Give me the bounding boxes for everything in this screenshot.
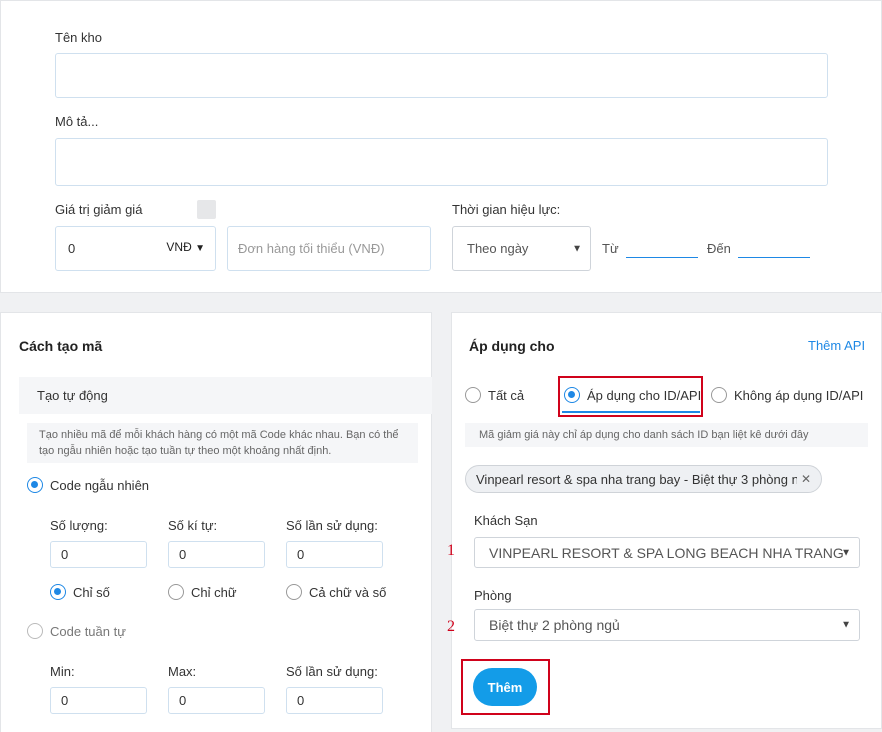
auto-tab[interactable]: Tạo tự động: [19, 377, 432, 414]
uses-label: Số lần sử dụng:: [286, 518, 378, 533]
discount-type-checkbox[interactable]: [197, 200, 216, 219]
name-input[interactable]: [55, 53, 828, 98]
hotel-label: Khách Sạn: [474, 513, 538, 528]
radio-empty-icon: [168, 584, 184, 600]
radio-selected-icon: [50, 584, 66, 600]
apply-all-label: Tất cả: [488, 387, 525, 403]
chars-input[interactable]: 0: [168, 541, 265, 568]
validity-label: Thời gian hiệu lực:: [452, 202, 561, 217]
radio-selected-icon: [27, 477, 43, 493]
to-label: Đến: [707, 241, 731, 256]
sequential-code-label: Code tuần tự: [50, 623, 126, 639]
room-label: Phòng: [474, 588, 512, 603]
hotel-select[interactable]: VINPEARL RESORT & SPA LONG BEACH NHA TRA…: [474, 537, 860, 568]
highlight-box-apply-ids: [558, 376, 703, 417]
discount-value-text: 0: [68, 241, 76, 256]
min-label: Min:: [50, 664, 75, 679]
room-select[interactable]: Biệt thự 2 phòng ngủ ▼: [474, 609, 860, 641]
hotel-select-text: VINPEARL RESORT & SPA LONG BEACH NHA TRA…: [489, 544, 844, 561]
digits-only-label: Chỉ số: [73, 584, 110, 600]
sequential-code-radio[interactable]: Code tuần tự: [27, 623, 126, 639]
discount-form-panel: Tên kho Mô tả... Giá trị giảm giá 0 VNĐ …: [0, 0, 882, 293]
close-icon[interactable]: ✕: [801, 472, 811, 486]
caret-down-icon: ▼: [572, 243, 582, 254]
from-label: Từ: [602, 241, 619, 256]
annotation-2: 2: [447, 618, 455, 635]
radio-empty-icon: [465, 387, 481, 403]
letters-only-label: Chỉ chữ: [191, 584, 237, 600]
caret-down-icon: ▼: [195, 243, 205, 254]
apply-hint-text: Mã giảm giá này chỉ áp dụng cho danh sác…: [465, 423, 868, 447]
radio-empty-icon: [286, 584, 302, 600]
add-button[interactable]: Thêm: [473, 668, 537, 706]
auto-tab-label: Tạo tự động: [37, 388, 108, 403]
auto-hint-text: Tạo nhiều mã để mỗi khách hàng có một mã…: [27, 423, 418, 463]
annotation-1: 1: [447, 542, 455, 559]
discount-value-input[interactable]: 0 VNĐ ▼: [55, 226, 216, 271]
letters-digits-label: Cả chữ và số: [309, 584, 387, 600]
uses-input[interactable]: 0: [286, 541, 383, 568]
discount-value-label: Giá trị giảm giá: [55, 202, 143, 217]
random-code-radio[interactable]: Code ngẫu nhiên: [27, 477, 149, 493]
radio-empty-icon: [27, 623, 43, 639]
add-api-link[interactable]: Thêm API: [808, 338, 865, 353]
currency-select[interactable]: VNĐ ▼: [166, 240, 205, 254]
letters-digits-radio[interactable]: Cả chữ và số: [286, 584, 386, 600]
code-method-panel: Cách tạo mã Tạo tự động Tạo nhiều mã để …: [0, 312, 432, 732]
currency-text: VNĐ: [166, 240, 192, 254]
description-label: Mô tả...: [55, 114, 99, 129]
max-input[interactable]: 0: [168, 687, 265, 714]
quantity-input[interactable]: 0: [50, 541, 147, 568]
description-input[interactable]: [55, 138, 828, 186]
room-select-text: Biệt thự 2 phòng ngủ: [489, 617, 620, 633]
seq-uses-label: Số lần sử dụng:: [286, 664, 378, 679]
validity-mode-select[interactable]: Theo ngày ▼: [452, 226, 591, 271]
chars-label: Số kí tự:: [168, 518, 218, 533]
from-date-input[interactable]: [626, 241, 698, 258]
quantity-label: Số lượng:: [50, 518, 108, 533]
min-input[interactable]: 0: [50, 687, 147, 714]
exclude-ids-label: Không áp dụng ID/API: [734, 387, 864, 403]
min-order-input[interactable]: Đơn hàng tối thiểu (VNĐ): [227, 226, 431, 271]
caret-down-icon: ▼: [841, 547, 851, 558]
apply-for-title: Áp dụng cho: [469, 338, 555, 354]
letters-only-radio[interactable]: Chỉ chữ: [168, 584, 237, 600]
selected-id-tag-text: Vinpearl resort & spa nha trang bay - Bi…: [476, 471, 797, 487]
apply-for-panel: Áp dụng cho Thêm API Tất cả Áp dụng cho …: [447, 312, 882, 729]
max-label: Max:: [168, 664, 197, 679]
code-method-title: Cách tạo mã: [19, 338, 103, 354]
caret-down-icon: ▼: [841, 619, 851, 631]
exclude-ids-radio[interactable]: Không áp dụng ID/API: [711, 387, 863, 403]
name-label: Tên kho: [55, 30, 102, 45]
apply-all-radio[interactable]: Tất cả: [465, 387, 524, 403]
random-code-label: Code ngẫu nhiên: [50, 477, 150, 493]
selected-id-tag: Vinpearl resort & spa nha trang bay - Bi…: [465, 465, 822, 493]
seq-uses-input[interactable]: 0: [286, 687, 383, 714]
validity-mode-text: Theo ngày: [467, 241, 529, 256]
to-date-input[interactable]: [738, 241, 810, 258]
radio-empty-icon: [711, 387, 727, 403]
digits-only-radio[interactable]: Chỉ số: [50, 584, 110, 600]
